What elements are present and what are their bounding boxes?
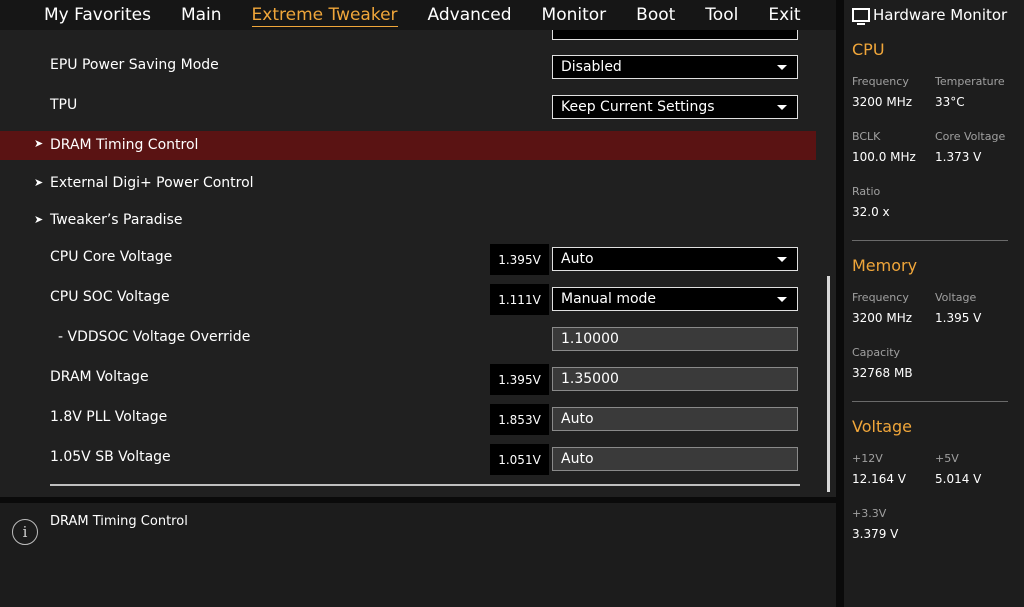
submenu-tweakers-paradise[interactable]: ➤ Tweaker’s Paradise <box>0 207 816 235</box>
hw-cpu-temperature: 33°C <box>935 95 965 109</box>
tab-tool[interactable]: Tool <box>705 0 738 30</box>
arrow-right-icon: ➤ <box>34 213 44 226</box>
setting-label: CPU SOC Voltage <box>50 289 170 305</box>
chevron-down-icon <box>777 105 787 110</box>
setting-label: TPU <box>50 97 78 113</box>
hw-memory-voltage: 1.395 V <box>935 311 982 325</box>
arrow-right-icon: ➤ <box>34 137 44 150</box>
setting-row-tpu: TPU Keep Current Settings <box>0 90 816 122</box>
setting-label: - VDDSOC Voltage Override <box>58 329 251 345</box>
current-voltage-readout: 1.111V <box>490 284 549 315</box>
setting-row-cpu-soc-voltage: CPU SOC Voltage 1.111V Manual mode <box>0 284 816 316</box>
help-text: DRAM Timing Control <box>50 514 188 529</box>
current-voltage-readout: 1.853V <box>490 404 549 435</box>
cpu-soc-voltage-dropdown[interactable]: Manual mode <box>552 287 798 311</box>
hw-cpu-ratio: 32.0 x <box>852 205 890 219</box>
hw-voltage-12v: 12.164 V <box>852 472 907 486</box>
dropdown-value: Manual mode <box>561 291 657 307</box>
tpu-dropdown[interactable]: Keep Current Settings <box>552 95 798 119</box>
setting-row-cpu-core-voltage: CPU Core Voltage 1.395V Auto <box>0 244 816 276</box>
submenu-external-digi-power[interactable]: ➤ External Digi+ Power Control <box>0 170 816 198</box>
cpu-core-voltage-dropdown[interactable]: Auto <box>552 247 798 271</box>
current-voltage-readout: 1.395V <box>490 364 549 395</box>
arrow-right-icon: ➤ <box>34 176 44 189</box>
help-panel: i DRAM Timing Control <box>0 503 836 607</box>
current-voltage-readout: 1.051V <box>490 444 549 475</box>
vddsoc-override-input[interactable]: 1.10000 <box>552 327 798 351</box>
hw-voltage-3v3: 3.379 V <box>852 527 899 541</box>
monitor-icon <box>852 8 870 25</box>
setting-row-sb-voltage: 1.05V SB Voltage 1.051V Auto <box>0 444 816 476</box>
hw-label: BCLK <box>852 130 881 143</box>
hardware-monitor-title: Hardware Monitor <box>852 5 1007 25</box>
setting-row-vddsoc-override: - VDDSOC Voltage Override 1.10000 <box>0 324 816 356</box>
tab-main[interactable]: Main <box>181 0 222 30</box>
hw-memory-capacity: 32768 MB <box>852 366 913 380</box>
setting-label: DRAM Voltage <box>50 369 149 385</box>
dropdown-value: Keep Current Settings <box>561 99 715 115</box>
tab-my-favorites[interactable]: My Favorites <box>44 0 151 30</box>
submenu-label: DRAM Timing Control <box>50 137 199 153</box>
setting-label: 1.05V SB Voltage <box>50 449 171 465</box>
current-voltage-readout: 1.395V <box>490 244 549 275</box>
hw-label: +12V <box>852 452 883 465</box>
hw-cpu-core-voltage: 1.373 V <box>935 150 982 164</box>
hw-label: +5V <box>935 452 959 465</box>
divider <box>852 240 1008 241</box>
hardware-monitor-panel: Hardware Monitor CPU Frequency Temperatu… <box>844 0 1024 607</box>
submenu-label: External Digi+ Power Control <box>50 175 254 191</box>
setting-row-pll-voltage: 1.8V PLL Voltage 1.853V Auto <box>0 404 816 436</box>
hardware-monitor-title-text: Hardware Monitor <box>873 6 1008 24</box>
divider <box>852 401 1008 402</box>
hw-label: Capacity <box>852 346 901 359</box>
scrollbar[interactable] <box>827 276 830 492</box>
setting-label: 1.8V PLL Voltage <box>50 409 168 425</box>
submenu-dram-timing-control[interactable]: ➤ DRAM Timing Control <box>0 131 816 160</box>
hw-cpu-bclk: 100.0 MHz <box>852 150 916 164</box>
tab-monitor[interactable]: Monitor <box>542 0 607 30</box>
chevron-down-icon <box>777 257 787 262</box>
partial-dropdown[interactable] <box>552 30 798 40</box>
submenu-label: Tweaker’s Paradise <box>50 212 183 228</box>
hw-memory-frequency: 3200 MHz <box>852 311 913 325</box>
epu-dropdown[interactable]: Disabled <box>552 55 798 79</box>
hw-label: Frequency <box>852 75 909 88</box>
tab-exit[interactable]: Exit <box>768 0 800 30</box>
tab-boot[interactable]: Boot <box>636 0 675 30</box>
hw-label: Ratio <box>852 185 881 198</box>
setting-label: EPU Power Saving Mode <box>50 57 219 73</box>
chevron-down-icon <box>777 297 787 302</box>
tab-extreme-tweaker[interactable]: Extreme Tweaker <box>251 0 398 30</box>
hw-section-cpu: CPU <box>852 40 885 59</box>
setting-row-epu: EPU Power Saving Mode Disabled <box>0 50 816 82</box>
sb-voltage-input[interactable]: Auto <box>552 447 798 471</box>
dropdown-value: Disabled <box>561 59 622 75</box>
chevron-down-icon <box>777 65 787 70</box>
hw-label: Voltage <box>935 291 977 304</box>
tab-advanced[interactable]: Advanced <box>428 0 512 30</box>
hw-section-voltage: Voltage <box>852 417 913 436</box>
info-icon: i <box>12 519 38 545</box>
divider <box>50 484 800 486</box>
hw-voltage-5v: 5.014 V <box>935 472 982 486</box>
setting-row-dram-voltage: DRAM Voltage 1.395V 1.35000 <box>0 364 816 396</box>
hw-label: Frequency <box>852 291 909 304</box>
hw-label: +3.3V <box>852 507 887 520</box>
dram-voltage-input[interactable]: 1.35000 <box>552 367 798 391</box>
pll-voltage-input[interactable]: Auto <box>552 407 798 431</box>
setting-label: CPU Core Voltage <box>50 249 173 265</box>
hw-section-memory: Memory <box>852 256 918 275</box>
hw-label: Temperature <box>935 75 1005 88</box>
hw-cpu-frequency: 3200 MHz <box>852 95 913 109</box>
dropdown-value: Auto <box>561 251 594 267</box>
bios-screen: My Favorites Main Extreme Tweaker Advanc… <box>0 0 1024 607</box>
hw-label: Core Voltage <box>935 130 1006 143</box>
top-menu: My Favorites Main Extreme Tweaker Advanc… <box>0 0 836 30</box>
settings-panel: EPU Power Saving Mode Disabled TPU Keep … <box>0 30 836 497</box>
